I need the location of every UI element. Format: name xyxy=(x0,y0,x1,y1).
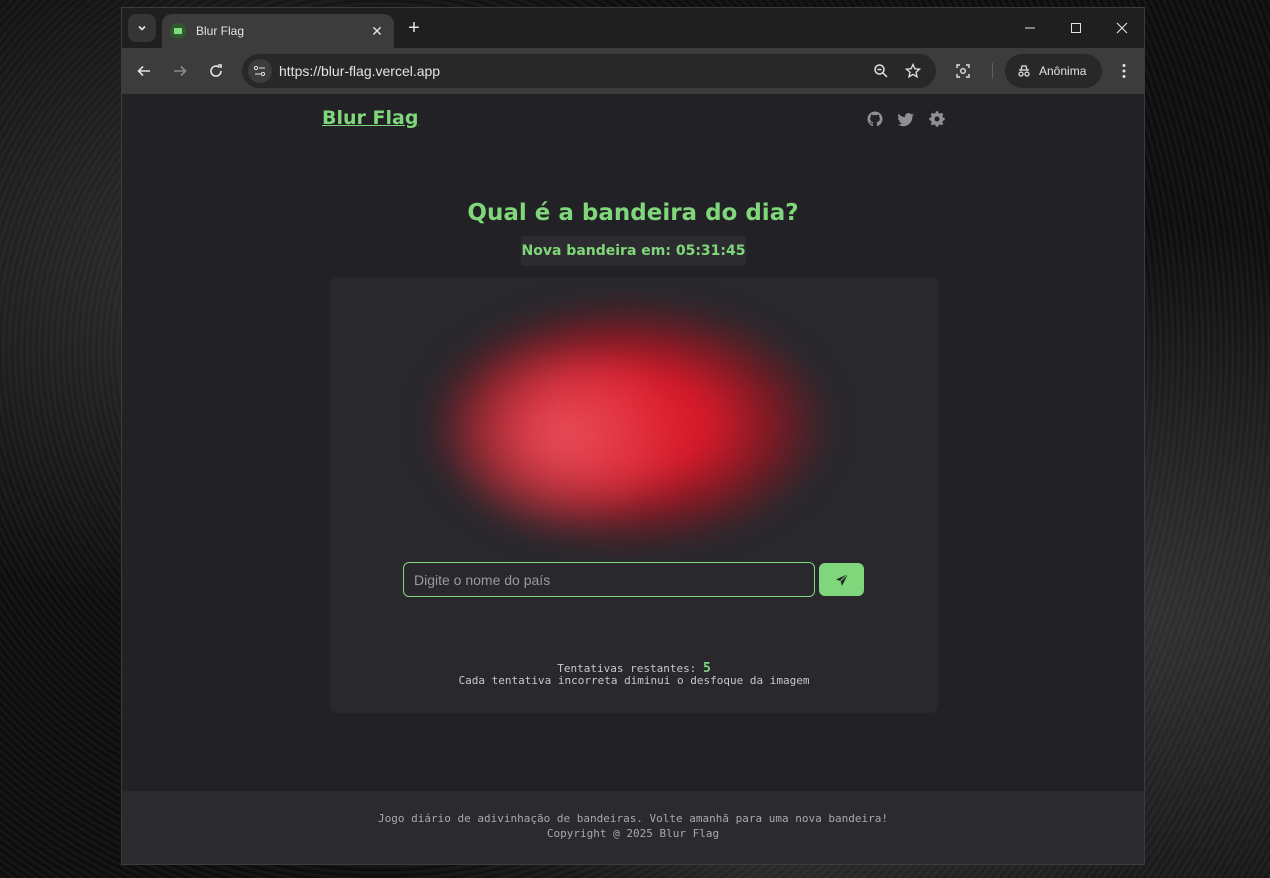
browser-menu-button[interactable] xyxy=(1114,61,1134,81)
site-logo[interactable]: Blur Flag xyxy=(322,107,418,129)
page-title: Qual é a bandeira do dia? xyxy=(467,200,799,226)
more-vertical-icon xyxy=(1122,64,1126,78)
reload-icon xyxy=(210,64,222,77)
site-settings-icon[interactable] xyxy=(248,59,272,83)
footer-description: Jogo diário de adivinhação de bandeiras.… xyxy=(378,812,888,825)
browser-window: Blur Flag ✕ + https://blur-flag.vercel.a… xyxy=(121,7,1145,865)
arrow-left-icon xyxy=(137,65,150,77)
back-button[interactable] xyxy=(130,57,158,85)
url-text[interactable]: https://blur-flag.vercel.app xyxy=(279,54,440,88)
flag-favicon-icon xyxy=(170,23,186,39)
tab-search-button[interactable] xyxy=(128,14,156,42)
reload-button[interactable] xyxy=(202,57,230,85)
incognito-profile-button[interactable]: Anônima xyxy=(1005,54,1102,88)
zoom-icon[interactable] xyxy=(871,61,891,81)
close-icon xyxy=(1116,22,1128,34)
profile-label: Anônima xyxy=(1039,64,1087,78)
github-icon[interactable] xyxy=(867,111,883,127)
close-tab-icon[interactable]: ✕ xyxy=(368,23,386,40)
blurred-flag-image xyxy=(422,299,834,549)
tab-title: Blur Flag xyxy=(196,24,245,38)
blur-hint-text: Cada tentativa incorreta diminui o desfo… xyxy=(458,674,810,687)
twitter-icon[interactable] xyxy=(898,111,914,127)
minimize-button[interactable] xyxy=(1007,8,1053,48)
page-footer: Jogo diário de adivinhação de bandeiras.… xyxy=(122,791,1144,864)
forward-button[interactable] xyxy=(166,57,194,85)
tab-strip: Blur Flag ✕ + xyxy=(122,8,1144,48)
countdown-timer: Nova bandeira em: 05:31:45 xyxy=(521,236,746,266)
chevron-down-icon xyxy=(138,25,146,31)
maximize-button[interactable] xyxy=(1053,8,1099,48)
settings-gear-icon[interactable] xyxy=(929,111,945,127)
incognito-icon xyxy=(1017,64,1031,78)
bookmark-star-icon[interactable] xyxy=(903,61,923,81)
game-card: Tentativas restantes: 5 Cada tentativa i… xyxy=(330,277,938,713)
address-bar[interactable]: https://blur-flag.vercel.app xyxy=(242,54,936,88)
country-guess-input[interactable] xyxy=(403,562,815,597)
lens-screenshot-icon[interactable] xyxy=(953,61,973,81)
maximize-icon xyxy=(1071,23,1081,33)
browser-toolbar: https://blur-flag.vercel.app Anônima xyxy=(122,48,1144,94)
send-icon xyxy=(835,573,848,586)
arrow-right-icon xyxy=(174,65,187,77)
minimize-icon xyxy=(1025,27,1035,29)
web-page: Blur Flag Qual é a bandeira do dia? Nova… xyxy=(122,94,1144,864)
footer-copyright: Copyright @ 2025 Blur Flag xyxy=(546,827,720,840)
toolbar-divider xyxy=(992,63,993,79)
tab-blur-flag[interactable]: Blur Flag ✕ xyxy=(162,14,394,48)
new-tab-button[interactable]: + xyxy=(402,16,426,40)
submit-guess-button[interactable] xyxy=(819,563,864,596)
close-window-button[interactable] xyxy=(1099,8,1144,48)
